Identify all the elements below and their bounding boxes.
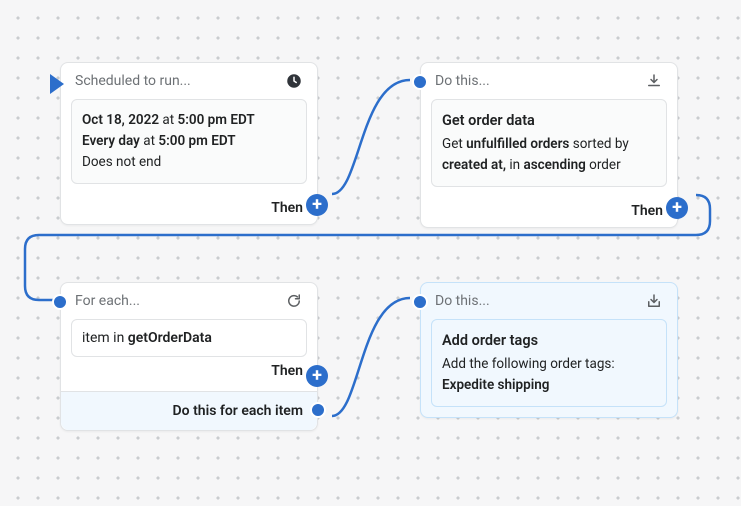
header-label: Do this... [435,293,490,309]
refresh-icon [285,292,303,310]
card-body: item in getOrderData [71,319,307,357]
then-label: Then [271,200,303,216]
card-header: Do this... [421,283,677,319]
card-body: Oct 18, 2022 at 5:00 pm EDT Every day at… [71,99,307,184]
then-label: Then [271,363,303,379]
then-label: Then [631,203,663,219]
add-step-button[interactable]: + [306,365,328,387]
card-add-order-tags[interactable]: Do this... Add order tags Add the follow… [420,282,678,418]
header-label: Do this... [435,73,490,89]
node-dot [52,294,68,310]
card-for-each[interactable]: For each... item in getOrderData Then + … [60,282,318,431]
header-label: Scheduled to run... [75,73,191,89]
do-each-row: Do this for each item [61,391,317,430]
play-icon [50,74,64,94]
clock-icon [285,72,303,90]
then-row: Then [421,197,677,227]
then-row: Then [61,194,317,224]
add-step-button[interactable]: + [306,194,328,216]
then-row: Then [61,357,317,383]
node-dot [412,294,428,310]
node-dot-bottom [310,402,326,418]
card-header: Do this... [421,63,677,99]
card-body: Get order data Get unfulfilled orders so… [431,99,667,187]
header-label: For each... [75,293,140,309]
card-get-order-data[interactable]: Do this... Get order data Get unfulfille… [420,62,678,228]
import-icon [645,292,663,310]
card-scheduled[interactable]: Scheduled to run... Oct 18, 2022 at 5:00… [60,62,318,225]
node-dot [412,74,428,90]
card-header: For each... [61,283,317,319]
download-icon [645,72,663,90]
do-each-label: Do this for each item [173,403,303,419]
card-header: Scheduled to run... [61,63,317,99]
card-body: Add order tags Add the following order t… [431,319,667,407]
